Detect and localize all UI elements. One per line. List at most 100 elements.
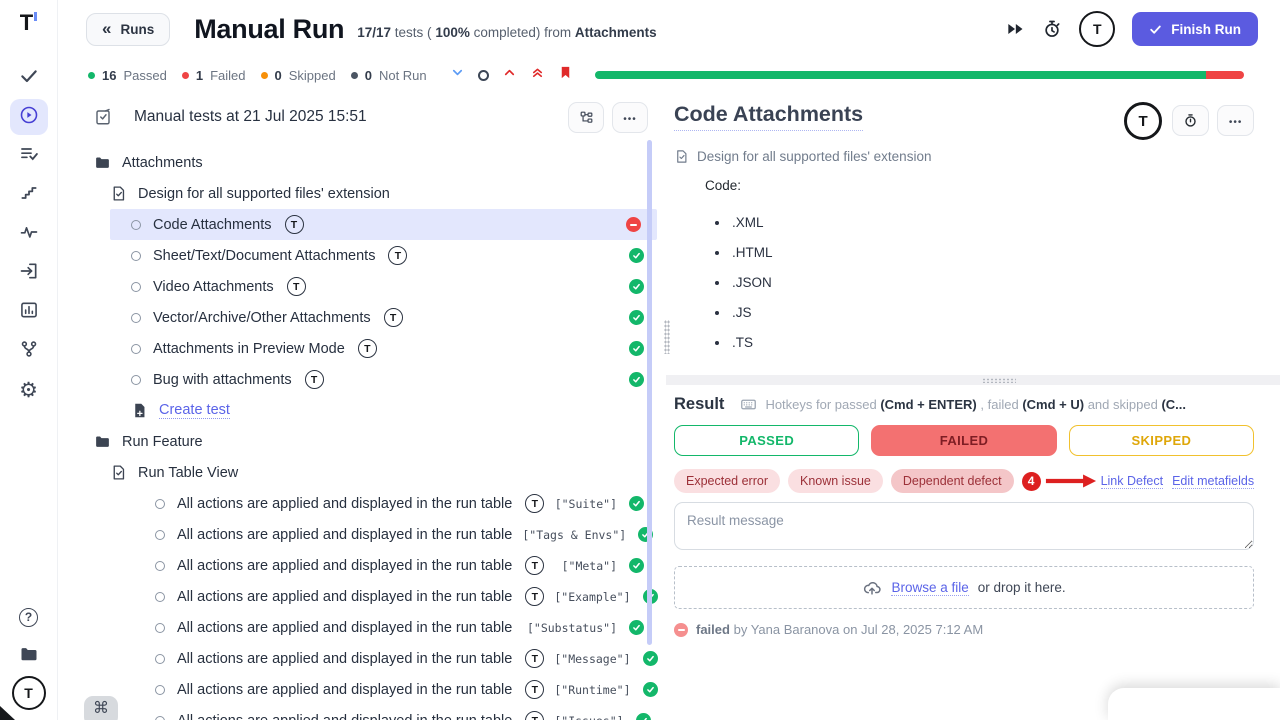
- tree-view-button[interactable]: [568, 102, 604, 133]
- timer-button[interactable]: [1172, 105, 1209, 136]
- tree-test-run-table-substatus[interactable]: All actions are applied and displayed in…: [58, 612, 660, 643]
- detail-more-button[interactable]: [1217, 105, 1254, 136]
- tree-test-code-attachments[interactable]: Code Attachments: [110, 209, 657, 240]
- stopwatch-icon[interactable]: [1042, 19, 1062, 39]
- tree-test-run-table-issues[interactable]: All actions are applied and displayed in…: [58, 705, 660, 720]
- chevron-down-icon[interactable]: [450, 65, 465, 85]
- test-label: All actions are applied and displayed in…: [177, 682, 512, 698]
- run-summary: 17/17 tests ( 100% completed) from Attac…: [357, 25, 656, 40]
- tag-known-issue[interactable]: Known issue: [788, 469, 883, 493]
- fast-forward-icon[interactable]: [1005, 19, 1025, 39]
- annotation-4: 4: [1022, 472, 1101, 491]
- test-label: Code Attachments: [153, 217, 272, 233]
- result-status-line: failed by Yana Baranova on Jul 28, 2025 …: [674, 622, 1254, 637]
- tree-test-preview-mode[interactable]: Attachments in Preview Mode: [58, 333, 660, 364]
- workspace-logo-icon[interactable]: [12, 676, 46, 710]
- tree-test-vector-attachments[interactable]: Vector/Archive/Other Attachments: [58, 302, 660, 333]
- folder-icon: [19, 644, 39, 669]
- app-logo-icon[interactable]: T: [20, 12, 37, 34]
- tree-doc-design[interactable]: Design for all supported files' extensio…: [58, 178, 660, 209]
- progress-passed-segment: [595, 71, 1206, 79]
- failed-count: 1Failed: [182, 68, 246, 83]
- list-item: .TS: [715, 335, 1254, 350]
- test-tag: ["Issues"]: [554, 714, 623, 720]
- link-defect-link[interactable]: Link Defect: [1101, 474, 1164, 489]
- sidebar-item-plans[interactable]: [10, 138, 48, 174]
- failed-button[interactable]: FAILED: [871, 425, 1056, 456]
- status-passed-icon: [643, 682, 658, 697]
- tree-more-button[interactable]: [612, 102, 648, 133]
- sidebar-item-branches[interactable]: [10, 333, 48, 369]
- finish-run-label: Finish Run: [1171, 22, 1241, 37]
- tree-test-run-table-meta[interactable]: All actions are applied and displayed in…: [58, 550, 660, 581]
- result-splitter[interactable]: [666, 375, 1280, 385]
- list-item: .XML: [715, 215, 1254, 230]
- sidebar-item-reports[interactable]: [10, 294, 48, 330]
- skipped-button[interactable]: SKIPPED: [1069, 425, 1254, 456]
- tree-test-run-table-runtime[interactable]: All actions are applied and displayed in…: [58, 674, 660, 705]
- tree-test-run-table-example[interactable]: All actions are applied and displayed in…: [58, 581, 660, 612]
- test-breadcrumb[interactable]: Design for all supported files' extensio…: [674, 149, 1254, 164]
- sidebar-item-checks[interactable]: [10, 60, 48, 96]
- create-test-label: Create test: [159, 402, 230, 419]
- tag-dependent-defect[interactable]: Dependent defect: [891, 469, 1014, 493]
- drop-hint: or drop it here.: [978, 580, 1066, 595]
- status-passed-icon: [636, 713, 651, 720]
- test-bullet-icon: [155, 654, 165, 664]
- sidebar-item-help[interactable]: [10, 599, 48, 635]
- tree-test-run-table-message[interactable]: All actions are applied and displayed in…: [58, 643, 660, 674]
- back-to-runs-button[interactable]: Runs: [86, 13, 170, 46]
- green-dot-icon: [88, 72, 95, 79]
- finish-run-button[interactable]: Finish Run: [1132, 12, 1258, 46]
- test-label: All actions are applied and displayed in…: [177, 713, 512, 720]
- clipboard-check-icon[interactable]: [94, 108, 112, 126]
- sidebar-item-projects[interactable]: [10, 638, 48, 674]
- sidebar-item-settings[interactable]: [10, 372, 48, 408]
- breadcrumb-label: Design for all supported files' extensio…: [697, 149, 931, 164]
- chevrons-up-icon[interactable]: [530, 65, 545, 85]
- tree-test-video-attachments[interactable]: Video Attachments: [58, 271, 660, 302]
- test-title[interactable]: Code Attachments: [674, 102, 863, 131]
- circle-filter-icon[interactable]: [478, 70, 489, 81]
- testomat-badge-icon: [285, 215, 304, 234]
- testomat-badge-icon: [358, 339, 377, 358]
- result-message-input[interactable]: [674, 502, 1254, 550]
- code-label: Code:: [705, 178, 1254, 193]
- list-check-icon: [19, 144, 39, 169]
- file-dropzone[interactable]: Browse a file or drop it here.: [674, 566, 1254, 609]
- sidebar-item-import[interactable]: [10, 255, 48, 291]
- testomat-badge-icon: [305, 370, 324, 389]
- tree-suite-run-feature[interactable]: Run Feature: [58, 426, 660, 457]
- tree-test-bug-attachments[interactable]: Bug with attachments: [58, 364, 660, 395]
- bookmark-icon[interactable]: [558, 65, 573, 85]
- gear-icon: [19, 378, 38, 403]
- folder-icon: [94, 433, 111, 450]
- sidebar-item-runs[interactable]: [10, 99, 48, 135]
- cursor-artifact: [0, 706, 15, 720]
- testomat-badge-icon: [525, 556, 544, 575]
- assignee-avatar[interactable]: [1124, 102, 1162, 140]
- status-passed-icon: [629, 248, 644, 263]
- tree-doc-run-table-view[interactable]: Run Table View: [58, 457, 660, 488]
- sidebar-item-analytics[interactable]: [10, 216, 48, 252]
- tree-suite-attachments[interactable]: Attachments: [58, 147, 660, 178]
- sidebar-item-steps[interactable]: [10, 177, 48, 213]
- tree-test-sheet-attachments[interactable]: Sheet/Text/Document Attachments: [58, 240, 660, 271]
- tree-test-run-table-suite[interactable]: All actions are applied and displayed in…: [58, 488, 660, 519]
- chevron-up-icon[interactable]: [502, 65, 517, 85]
- browse-file-link[interactable]: Browse a file: [891, 580, 968, 596]
- passed-button[interactable]: PASSED: [674, 425, 859, 456]
- run-name: Manual tests at 21 Jul 2025 15:51: [134, 108, 367, 126]
- tag-expected-error[interactable]: Expected error: [674, 469, 780, 493]
- user-avatar[interactable]: [1079, 11, 1115, 47]
- tree-test-run-table-tags-envs[interactable]: All actions are applied and displayed in…: [58, 519, 660, 550]
- edit-metafields-link[interactable]: Edit metafields: [1172, 474, 1254, 489]
- document-check-icon: [674, 149, 689, 164]
- status-passed-icon: [629, 341, 644, 356]
- test-bullet-icon: [131, 375, 141, 385]
- test-bullet-icon: [131, 220, 141, 230]
- testomat-badge-icon: [525, 587, 544, 606]
- tree-scrollbar[interactable]: [647, 140, 652, 645]
- create-test-link[interactable]: Create test: [58, 395, 660, 426]
- test-label: All actions are applied and displayed in…: [177, 620, 512, 636]
